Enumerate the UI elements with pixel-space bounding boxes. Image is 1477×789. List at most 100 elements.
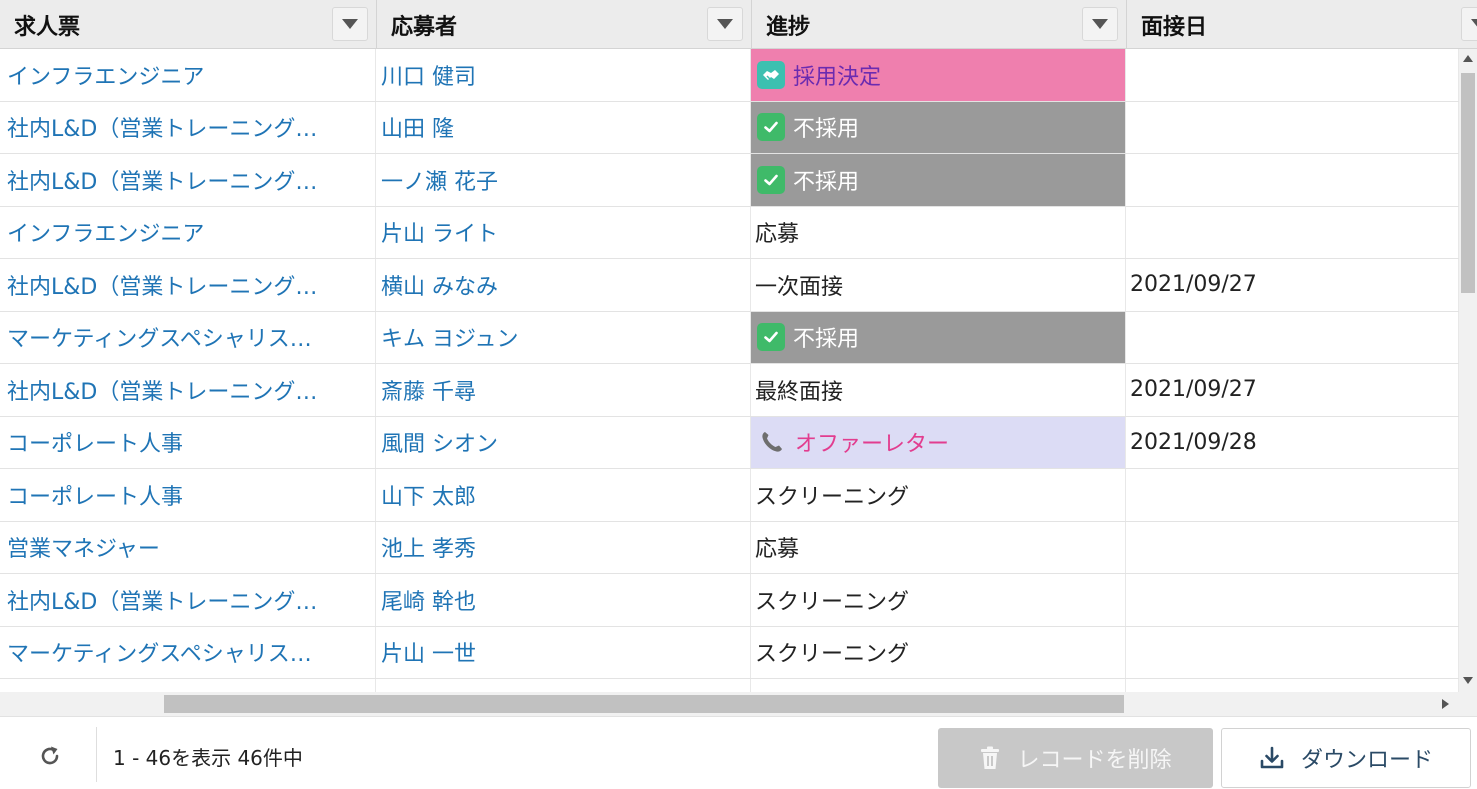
status-cell[interactable]: 一次面接 xyxy=(751,259,1126,311)
column-menu-button[interactable] xyxy=(1461,7,1477,41)
applicant-link[interactable]: 横山 みなみ xyxy=(376,259,751,311)
status-label: 最終面接 xyxy=(755,379,844,405)
job-link[interactable]: 社内L&D（営業トレーニング… xyxy=(0,574,376,626)
status-cell[interactable]: スクリーニング xyxy=(751,574,1126,626)
status-label: 不採用 xyxy=(793,169,860,195)
column-menu-button[interactable] xyxy=(332,7,368,41)
column-header-applicant[interactable]: 応募者 xyxy=(377,0,752,49)
status-cell[interactable]: スクリーニング xyxy=(751,626,1126,678)
interview-date xyxy=(1126,469,1459,521)
status-cell[interactable]: 最終面接 xyxy=(751,364,1126,416)
job-link[interactable]: 社内L&D（営業トレーニング… xyxy=(0,364,376,416)
table-row[interactable]: マーケティングスペシャリス… キム ヨジュン 不採用 xyxy=(0,311,1459,364)
interview-date xyxy=(1126,154,1459,206)
applicant-link[interactable]: 片山 一世 xyxy=(376,626,751,678)
data-grid: 求人票 応募者 進捗 面接日 インフラエンジニア 川口 健司 採用決定 社内L&D（営… xyxy=(0,0,1477,716)
applicant-link[interactable]: 一ノ瀬 花子 xyxy=(376,154,751,206)
interview-date xyxy=(1126,626,1459,678)
check-icon xyxy=(757,165,785,194)
table-row[interactable]: インフラエンジニア 片山 ライト 応募 xyxy=(0,206,1459,259)
status-label: 不採用 xyxy=(793,327,860,353)
refresh-icon xyxy=(41,746,59,765)
vertical-scrollbar[interactable] xyxy=(1459,49,1477,692)
column-menu-button[interactable] xyxy=(707,7,743,41)
table-row[interactable]: 社内L&D（営業トレーニング… 斎藤 千尋 最終面接 2021/09/27 xyxy=(0,364,1459,417)
status-label: スクリーニング xyxy=(755,642,910,668)
applicant-link[interactable]: 山田 隆 xyxy=(376,101,751,153)
scroll-up-icon[interactable] xyxy=(1463,55,1473,62)
job-title: 営業マネジャー xyxy=(7,537,160,563)
table-row[interactable]: 社内L&D（営業トレーニング… 山田 隆 不採用 xyxy=(0,101,1459,154)
status-cell[interactable]: 応募 xyxy=(751,206,1126,258)
table-row[interactable]: インフラエンジニア 川口 健司 採用決定 xyxy=(0,49,1459,102)
table-row[interactable]: マーケティングスペシャリス… 片山 一世 スクリーニング xyxy=(0,626,1459,679)
table-row[interactable]: 営業マネジャー 池上 孝秀 応募 xyxy=(0,521,1459,574)
table-row[interactable] xyxy=(0,679,1459,692)
status-cell[interactable]: スクリーニング xyxy=(751,469,1126,521)
applicant-link[interactable]: 風間 シオン xyxy=(376,416,751,468)
interview-date xyxy=(1126,49,1459,101)
job-link[interactable]: 社内L&D（営業トレーニング… xyxy=(0,154,376,206)
column-title: 応募者 xyxy=(391,14,458,40)
scroll-right-icon[interactable] xyxy=(1442,699,1449,709)
phone-icon xyxy=(757,428,787,456)
interview-date xyxy=(1126,521,1459,573)
divider xyxy=(96,727,97,782)
job-title: マーケティングスペシャリス… xyxy=(7,327,312,353)
download-button[interactable]: ダウンロード xyxy=(1221,728,1471,788)
job-link[interactable]: マーケティングスペシャリス… xyxy=(0,626,376,678)
job-link[interactable]: 営業マネジャー xyxy=(0,521,376,573)
empty-cell xyxy=(1126,679,1459,692)
scroll-down-icon[interactable] xyxy=(1463,677,1473,684)
job-link[interactable]: マーケティングスペシャリス… xyxy=(0,311,376,363)
status-cell[interactable]: オファーレター xyxy=(751,416,1126,468)
job-link[interactable]: 社内L&D（営業トレーニング… xyxy=(0,259,376,311)
chevron-down-icon xyxy=(1092,19,1108,29)
job-link[interactable]: コーポレート人事 xyxy=(0,469,376,521)
job-link[interactable]: 社内L&D（営業トレーニング… xyxy=(0,101,376,153)
status-cell[interactable]: 採用決定 xyxy=(751,49,1126,101)
job-link[interactable]: インフラエンジニア xyxy=(0,206,376,258)
column-menu-button[interactable] xyxy=(1082,7,1118,41)
status-cell[interactable]: 不採用 xyxy=(751,101,1126,153)
applicant-link[interactable]: 池上 孝秀 xyxy=(376,521,751,573)
check-icon xyxy=(757,323,785,352)
table-row[interactable]: コーポレート人事 山下 太郎 スクリーニング xyxy=(0,469,1459,522)
status-label: 一次面接 xyxy=(755,274,844,300)
applicant-link[interactable]: 片山 ライト xyxy=(376,206,751,258)
column-header-interview-date[interactable]: 面接日 xyxy=(1127,0,1477,49)
interview-date xyxy=(1126,101,1459,153)
column-title: 面接日 xyxy=(1141,14,1208,40)
job-link[interactable]: コーポレート人事 xyxy=(0,416,376,468)
status-cell[interactable]: 不採用 xyxy=(751,154,1126,206)
delete-records-label: レコードを削除 xyxy=(1017,748,1172,773)
applicant-link[interactable]: 山下 太郎 xyxy=(376,469,751,521)
horizontal-scrollbar[interactable] xyxy=(0,692,1459,716)
interview-date xyxy=(1126,574,1459,626)
table-row[interactable]: 社内L&D（営業トレーニング… 横山 みなみ 一次面接 2021/09/27 xyxy=(0,259,1459,312)
handshake-icon xyxy=(757,60,785,89)
applicant-link[interactable]: 尾崎 幹也 xyxy=(376,574,751,626)
scrollbar-thumb[interactable] xyxy=(164,695,1124,713)
scrollbar-thumb[interactable] xyxy=(1461,73,1475,293)
status-cell[interactable]: 応募 xyxy=(751,521,1126,573)
column-header-status[interactable]: 進捗 xyxy=(752,0,1127,49)
job-link[interactable]: インフラエンジニア xyxy=(0,49,376,101)
table-row[interactable]: 社内L&D（営業トレーニング… 一ノ瀬 花子 不採用 xyxy=(0,154,1459,207)
delete-records-button[interactable]: レコードを削除 xyxy=(938,728,1213,788)
status-cell[interactable]: 不採用 xyxy=(751,311,1126,363)
status-label: スクリーニング xyxy=(755,484,910,510)
applicant-link[interactable]: キム ヨジュン xyxy=(376,311,751,363)
grid-body: インフラエンジニア 川口 健司 採用決定 社内L&D（営業トレーニング… 山田 隆不採用… xyxy=(0,49,1459,692)
job-title: 社内L&D（営業トレーニング… xyxy=(7,379,318,405)
empty-cell xyxy=(751,679,1126,692)
interview-date: 2021/09/27 xyxy=(1126,259,1459,311)
job-title: コーポレート人事 xyxy=(7,432,184,458)
applicant-link[interactable]: 斎藤 千尋 xyxy=(376,364,751,416)
refresh-button[interactable] xyxy=(28,739,72,773)
table-row[interactable]: コーポレート人事 風間 シオン オファーレター 2021/09/28 xyxy=(0,416,1459,469)
column-header-job[interactable]: 求人票 xyxy=(0,0,377,49)
trash-icon xyxy=(981,746,1000,769)
table-row[interactable]: 社内L&D（営業トレーニング… 尾崎 幹也 スクリーニング xyxy=(0,574,1459,627)
applicant-link[interactable]: 川口 健司 xyxy=(376,49,751,101)
